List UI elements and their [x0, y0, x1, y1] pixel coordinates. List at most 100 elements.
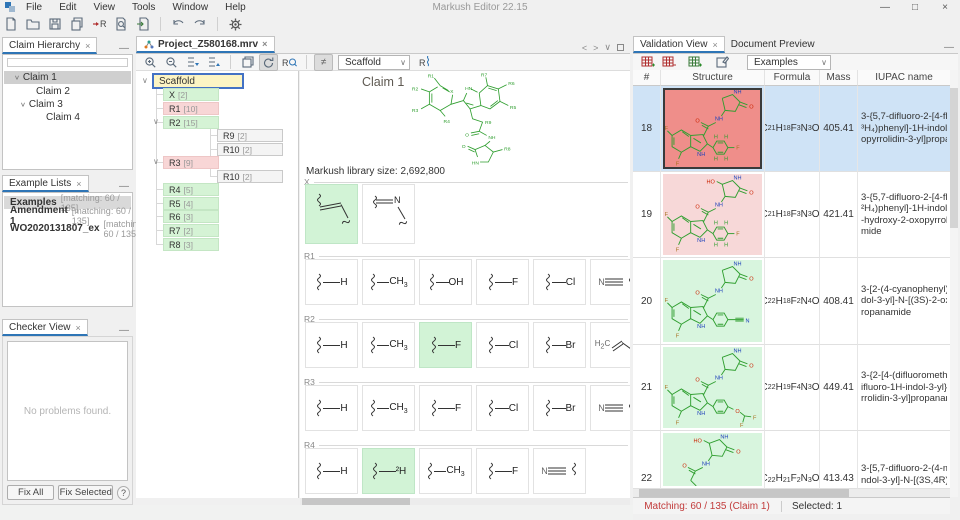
example-set-dropdown[interactable]: Examples ∨ — [747, 55, 831, 70]
close-button[interactable]: × — [930, 2, 960, 13]
table-row[interactable]: 22 NH O HO NH O C22H21F2N3O3 413.43 3-[5… — [633, 431, 950, 489]
tree-node[interactable]: R6[3] — [163, 210, 219, 223]
tab-claim-hierarchy[interactable]: Claim Hierarchy × — [2, 37, 97, 54]
minimize-panel-icon[interactable]: — — [119, 325, 133, 336]
tree-node[interactable]: R4[5] — [163, 183, 219, 196]
tab-example-lists[interactable]: Example Lists × — [2, 175, 89, 192]
claim-filter-input[interactable] — [7, 58, 128, 67]
tree-node[interactable]: R9[2] — [217, 129, 283, 142]
minimize-panel-icon[interactable]: — — [119, 43, 133, 54]
fragment-tile[interactable]: OH — [419, 259, 472, 305]
fragment-tile[interactable]: CH3 — [362, 259, 415, 305]
scaffold-dropdown[interactable]: Scaffold ∨ — [338, 55, 410, 70]
menu-help[interactable]: Help — [218, 2, 253, 13]
fragment-tile[interactable]: ²H — [362, 448, 415, 494]
col-mass[interactable]: Mass — [820, 70, 858, 86]
scrollbar-thumb[interactable] — [639, 489, 849, 497]
col-iupac[interactable]: IUPAC name — [858, 70, 950, 86]
menu-view[interactable]: View — [86, 2, 122, 13]
minimize-panel-icon[interactable]: — — [944, 42, 958, 53]
fix-selected-button[interactable]: Fix Selected — [58, 485, 113, 500]
fragment-tile[interactable]: F — [419, 322, 472, 368]
r-group-query-icon[interactable]: R — [280, 54, 299, 71]
tree-node-scaffold[interactable]: Scaffold — [152, 73, 244, 89]
col-number[interactable]: # — [633, 70, 661, 86]
chevron-down-icon[interactable]: ∨ — [142, 76, 148, 85]
edit-list-icon[interactable] — [713, 54, 732, 71]
fragment-tile[interactable]: Cl — [533, 259, 586, 305]
tab-list-icon[interactable]: ∨ — [604, 42, 611, 53]
nav-left-icon[interactable]: < — [582, 43, 587, 53]
not-equal-icon[interactable]: ≠ — [314, 54, 333, 71]
tree-node[interactable]: R5[4] — [163, 197, 219, 210]
zoom-out-icon[interactable] — [162, 54, 181, 71]
tree-node[interactable]: R3[9] — [163, 156, 219, 169]
chevron-down-icon[interactable]: ∨ — [14, 74, 20, 81]
horizontal-scrollbar[interactable] — [300, 498, 630, 505]
fragment-tile[interactable] — [305, 184, 358, 244]
r-group-attachment-icon[interactable]: R — [416, 54, 440, 71]
scrollbar-thumb[interactable] — [950, 88, 958, 228]
maximize-button[interactable]: □ — [900, 2, 930, 13]
fragment-tile[interactable]: CH3 — [362, 385, 415, 431]
settings-gear-icon[interactable] — [226, 15, 244, 33]
table-row[interactable]: 18 NH O NH O NH F F HHHH F C21H18F3N3O2 … — [633, 86, 950, 172]
expand-all-icon[interactable] — [183, 54, 202, 71]
fragment-tile[interactable]: N — [533, 448, 586, 494]
claim-tree-item[interactable]: ∨ Claim 1 — [4, 71, 131, 84]
close-icon[interactable]: × — [85, 41, 90, 51]
menu-window[interactable]: Window — [165, 2, 215, 13]
zoom-in-icon[interactable] — [141, 54, 160, 71]
chevron-down-icon[interactable]: ∨ — [153, 117, 159, 126]
undo-icon[interactable] — [169, 15, 187, 33]
example-list-item[interactable]: WO2020131807_ex [matching: 60 / 135] — [4, 222, 131, 235]
tree-node[interactable]: R8[3] — [163, 238, 219, 251]
close-icon[interactable]: × — [76, 179, 81, 189]
fragment-tile[interactable]: H2C — [590, 322, 630, 368]
fragment-tile[interactable]: H — [305, 385, 358, 431]
tree-node[interactable]: R7[2] — [163, 224, 219, 237]
close-icon[interactable]: × — [262, 39, 267, 49]
menu-tools[interactable]: Tools — [125, 2, 162, 13]
fragment-tile[interactable]: Br — [533, 322, 586, 368]
fragment-tile[interactable]: Cl — [476, 385, 529, 431]
fragment-tile[interactable]: F — [476, 448, 529, 494]
table-row[interactable]: 21 NH O NH O NH F F O FF C22H19F4N3O3 44… — [633, 345, 950, 431]
fragment-tile[interactable]: H — [305, 322, 358, 368]
scrollbar-thumb[interactable] — [302, 498, 410, 505]
fragment-tile[interactable]: Br — [533, 385, 586, 431]
claim-tree-item[interactable]: ∨ Claim 3 — [4, 98, 131, 111]
help-button[interactable]: ? — [117, 486, 130, 500]
tab-validation-view[interactable]: Validation View × — [633, 36, 725, 53]
fragment-tile[interactable]: F — [419, 385, 472, 431]
fragment-tile[interactable]: CH3 — [419, 448, 472, 494]
claim-tree-item[interactable]: Claim 4 — [4, 111, 131, 124]
close-icon[interactable]: × — [76, 323, 81, 333]
col-formula[interactable]: Formula — [765, 70, 820, 86]
tree-node[interactable]: X[2] — [163, 88, 219, 101]
fix-all-button[interactable]: Fix All — [7, 485, 54, 500]
tree-node[interactable]: R2[15] — [163, 116, 219, 129]
fragment-tile[interactable]: CH3 — [362, 322, 415, 368]
fragment-tile[interactable]: N — [590, 385, 630, 431]
map-r-groups-icon[interactable]: R — [90, 15, 108, 33]
table-settings-icon[interactable] — [685, 54, 704, 71]
new-document-icon[interactable] — [2, 15, 20, 33]
frame-icon[interactable] — [238, 54, 257, 71]
menu-edit[interactable]: Edit — [52, 2, 83, 13]
fragment-tile[interactable]: N — [590, 259, 630, 305]
add-table-row-icon[interactable] — [638, 54, 657, 71]
minimize-panel-icon[interactable]: — — [119, 181, 133, 192]
import-icon[interactable] — [134, 15, 152, 33]
rotate-icon[interactable] — [259, 54, 278, 71]
col-structure[interactable]: Structure — [661, 70, 765, 86]
open-folder-icon[interactable] — [24, 15, 42, 33]
collapse-all-icon[interactable] — [204, 54, 223, 71]
minimize-button[interactable]: — — [870, 2, 900, 13]
table-row[interactable]: 19 NH O HO NH O NH F F HHHH F C21H18F3N3… — [633, 172, 950, 258]
tree-node[interactable]: R1[10] — [163, 102, 219, 115]
tab-checker-view[interactable]: Checker View × — [2, 319, 88, 336]
redo-icon[interactable] — [191, 15, 209, 33]
table-horizontal-scrollbar[interactable] — [633, 489, 950, 497]
tab-document-preview[interactable]: Document Preview — [725, 36, 821, 53]
